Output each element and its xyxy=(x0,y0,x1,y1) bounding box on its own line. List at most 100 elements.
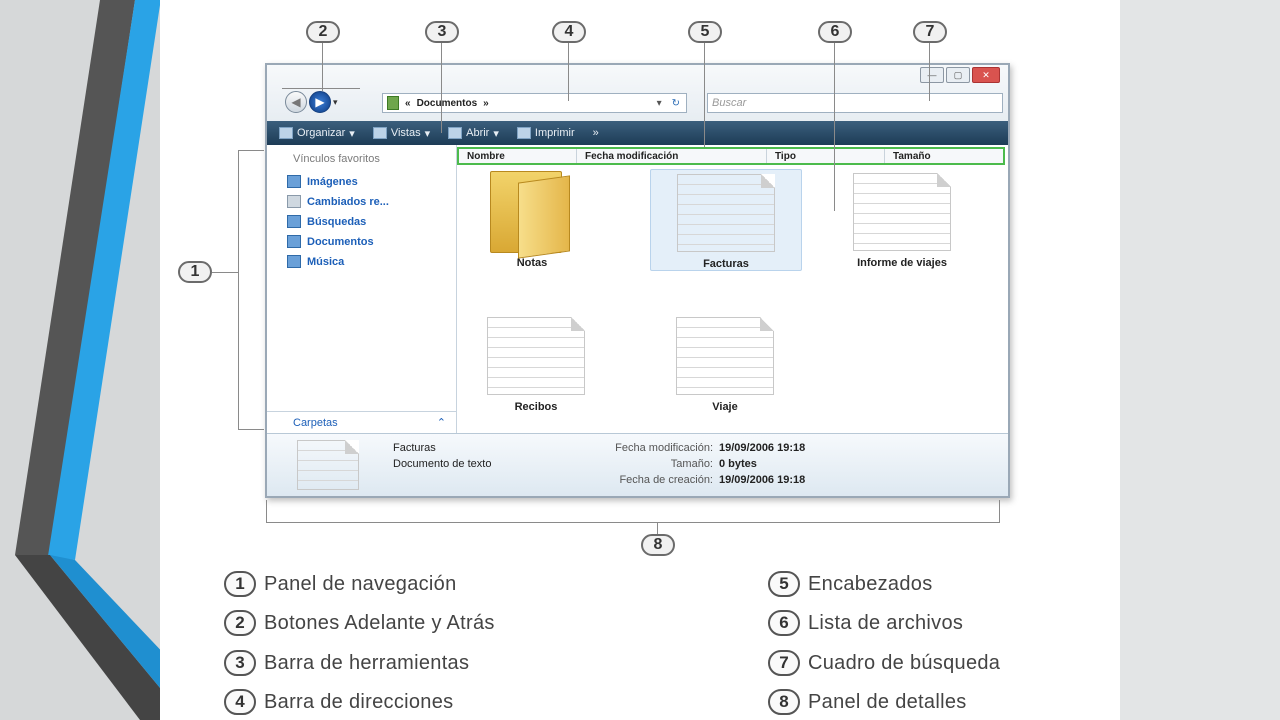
callout-2: 2 xyxy=(306,21,340,43)
folder-icon xyxy=(490,171,574,259)
back-button[interactable]: ◀ xyxy=(285,91,307,113)
leader-line-4 xyxy=(568,43,569,101)
file-item[interactable]: Informe de viajes xyxy=(827,169,977,269)
leader-bracket-1 xyxy=(238,150,239,430)
slide-decoration xyxy=(0,0,170,720)
file-item[interactable]: Recibos xyxy=(461,317,611,413)
right-background xyxy=(1120,0,1280,720)
header-name[interactable]: Nombre xyxy=(459,149,577,163)
callout-8: 8 xyxy=(641,534,675,556)
legend-number: 6 xyxy=(768,610,800,636)
print-button[interactable]: Imprimir xyxy=(516,127,575,139)
callout-1: 1 xyxy=(178,261,212,283)
legend-item: 2 Botones Adelante y Atrás xyxy=(224,610,495,636)
legend-text: Encabezados xyxy=(808,572,933,595)
header-date-modified[interactable]: Fecha modificación xyxy=(577,149,767,163)
callout-7: 7 xyxy=(913,21,947,43)
close-button[interactable]: ✕ xyxy=(972,67,1000,83)
legend-number: 2 xyxy=(224,610,256,636)
organize-label: Organizar xyxy=(297,127,346,139)
legend-text: Botones Adelante y Atrás xyxy=(264,611,495,634)
legend-item: 4 Barra de direcciones xyxy=(224,689,453,715)
legend-item: 7 Cuadro de búsqueda xyxy=(768,650,1000,676)
chevron-down-icon: ▾ xyxy=(424,127,431,140)
document-icon xyxy=(677,174,775,252)
legend-item: 6 Lista de archivos xyxy=(768,610,963,636)
views-button[interactable]: Vistas ▾ xyxy=(372,127,431,140)
column-headers: Nombre Fecha modificación Tipo Tamaño xyxy=(457,147,1005,165)
open-label: Abrir xyxy=(466,127,490,139)
details-key: Tamaño: xyxy=(670,458,713,470)
leader-line-8 xyxy=(657,522,658,534)
searches-icon xyxy=(287,215,301,228)
documents-icon xyxy=(287,235,301,248)
details-value: 0 bytes xyxy=(719,458,757,470)
legend-text: Barra de direcciones xyxy=(264,690,454,713)
nav-item-images[interactable]: Imágenes xyxy=(287,175,358,188)
explorer-window: — ▢ ✕ ◀ ▶ ▾ « Documentos » ▾ ↻ Buscar Or… xyxy=(265,63,1010,498)
callout-3: 3 xyxy=(425,21,459,43)
file-name: Informe de viajes xyxy=(857,257,947,269)
file-name: Viaje xyxy=(712,401,738,413)
details-key: Fecha de creación: xyxy=(619,474,713,486)
forward-button[interactable]: ▶ xyxy=(309,91,331,113)
legend-text: Panel de detalles xyxy=(808,690,967,713)
address-bar[interactable]: « Documentos » ▾ ↻ xyxy=(382,93,687,113)
callout-6: 6 xyxy=(818,21,852,43)
address-path[interactable]: Documentos xyxy=(417,98,478,109)
folders-toggle[interactable]: Carpetas ⌃ xyxy=(267,411,456,433)
minimize-button[interactable]: — xyxy=(920,67,944,83)
legend-number: 4 xyxy=(224,689,256,715)
file-name: Notas xyxy=(516,257,548,269)
print-icon xyxy=(516,127,531,139)
address-separator[interactable]: » xyxy=(483,98,489,109)
open-button[interactable]: Abrir ▾ xyxy=(448,127,499,140)
details-value: 19/09/2006 19:18 xyxy=(719,442,806,454)
legend-number: 5 xyxy=(768,571,800,597)
document-icon xyxy=(676,317,774,395)
title-bar: — ▢ ✕ ◀ ▶ ▾ « Documentos » ▾ ↻ Buscar xyxy=(267,65,1008,121)
organize-button[interactable]: Organizar ▾ xyxy=(279,127,355,140)
print-label: Imprimir xyxy=(534,127,575,139)
nav-item-searches[interactable]: Búsquedas xyxy=(287,215,366,228)
nav-item-music[interactable]: Música xyxy=(287,255,344,268)
file-item-selected[interactable]: Facturas xyxy=(650,169,802,271)
legend-text: Lista de archivos xyxy=(808,611,964,634)
file-name: Recibos xyxy=(514,401,558,413)
recent-pages-dropdown-icon[interactable]: ▾ xyxy=(333,97,338,108)
favorites-title: Vínculos favoritos xyxy=(293,153,380,165)
nav-item-label: Búsquedas xyxy=(307,215,367,228)
nav-item-documents[interactable]: Documentos xyxy=(287,235,374,248)
refresh-icon[interactable]: ↻ xyxy=(672,98,680,109)
legend-item: 5 Encabezados xyxy=(768,571,933,597)
file-item[interactable]: Viaje xyxy=(650,317,800,413)
legend-item: 8 Panel de detalles xyxy=(768,689,967,715)
legend-number: 7 xyxy=(768,650,800,676)
header-size[interactable]: Tamaño xyxy=(885,149,1003,163)
nav-item-label: Música xyxy=(307,255,345,268)
caption-buttons: — ▢ ✕ xyxy=(920,67,1000,83)
chevron-down-icon: ▾ xyxy=(349,127,355,140)
nav-item-recent[interactable]: Cambiados re... xyxy=(287,195,389,208)
music-icon xyxy=(287,255,301,268)
address-chevron-icon: « xyxy=(405,97,411,109)
organize-icon xyxy=(279,127,293,139)
images-icon xyxy=(287,175,301,188)
toolbar-more-button[interactable]: » xyxy=(593,127,599,139)
callout-4: 4 xyxy=(552,21,586,43)
nav-item-label: Imágenes xyxy=(307,175,358,188)
header-type[interactable]: Tipo xyxy=(767,149,885,163)
file-item[interactable]: Notas xyxy=(457,171,607,269)
leader-bracket-8-right xyxy=(999,500,1000,522)
legend-number: 8 xyxy=(768,689,800,715)
file-list: Notas Facturas Informe de viajes Recibos… xyxy=(457,165,1007,433)
leader-bracket-2 xyxy=(282,88,360,89)
search-box[interactable]: Buscar xyxy=(707,93,1003,113)
address-dropdown-icon[interactable]: ▾ xyxy=(657,98,662,109)
maximize-button[interactable]: ▢ xyxy=(946,67,970,83)
views-label: Vistas xyxy=(390,127,421,139)
folder-path-icon xyxy=(387,96,399,110)
leader-bracket-1-top xyxy=(238,150,264,151)
leader-bracket-8-left xyxy=(266,500,267,522)
chevron-up-icon: ⌃ xyxy=(436,417,446,429)
